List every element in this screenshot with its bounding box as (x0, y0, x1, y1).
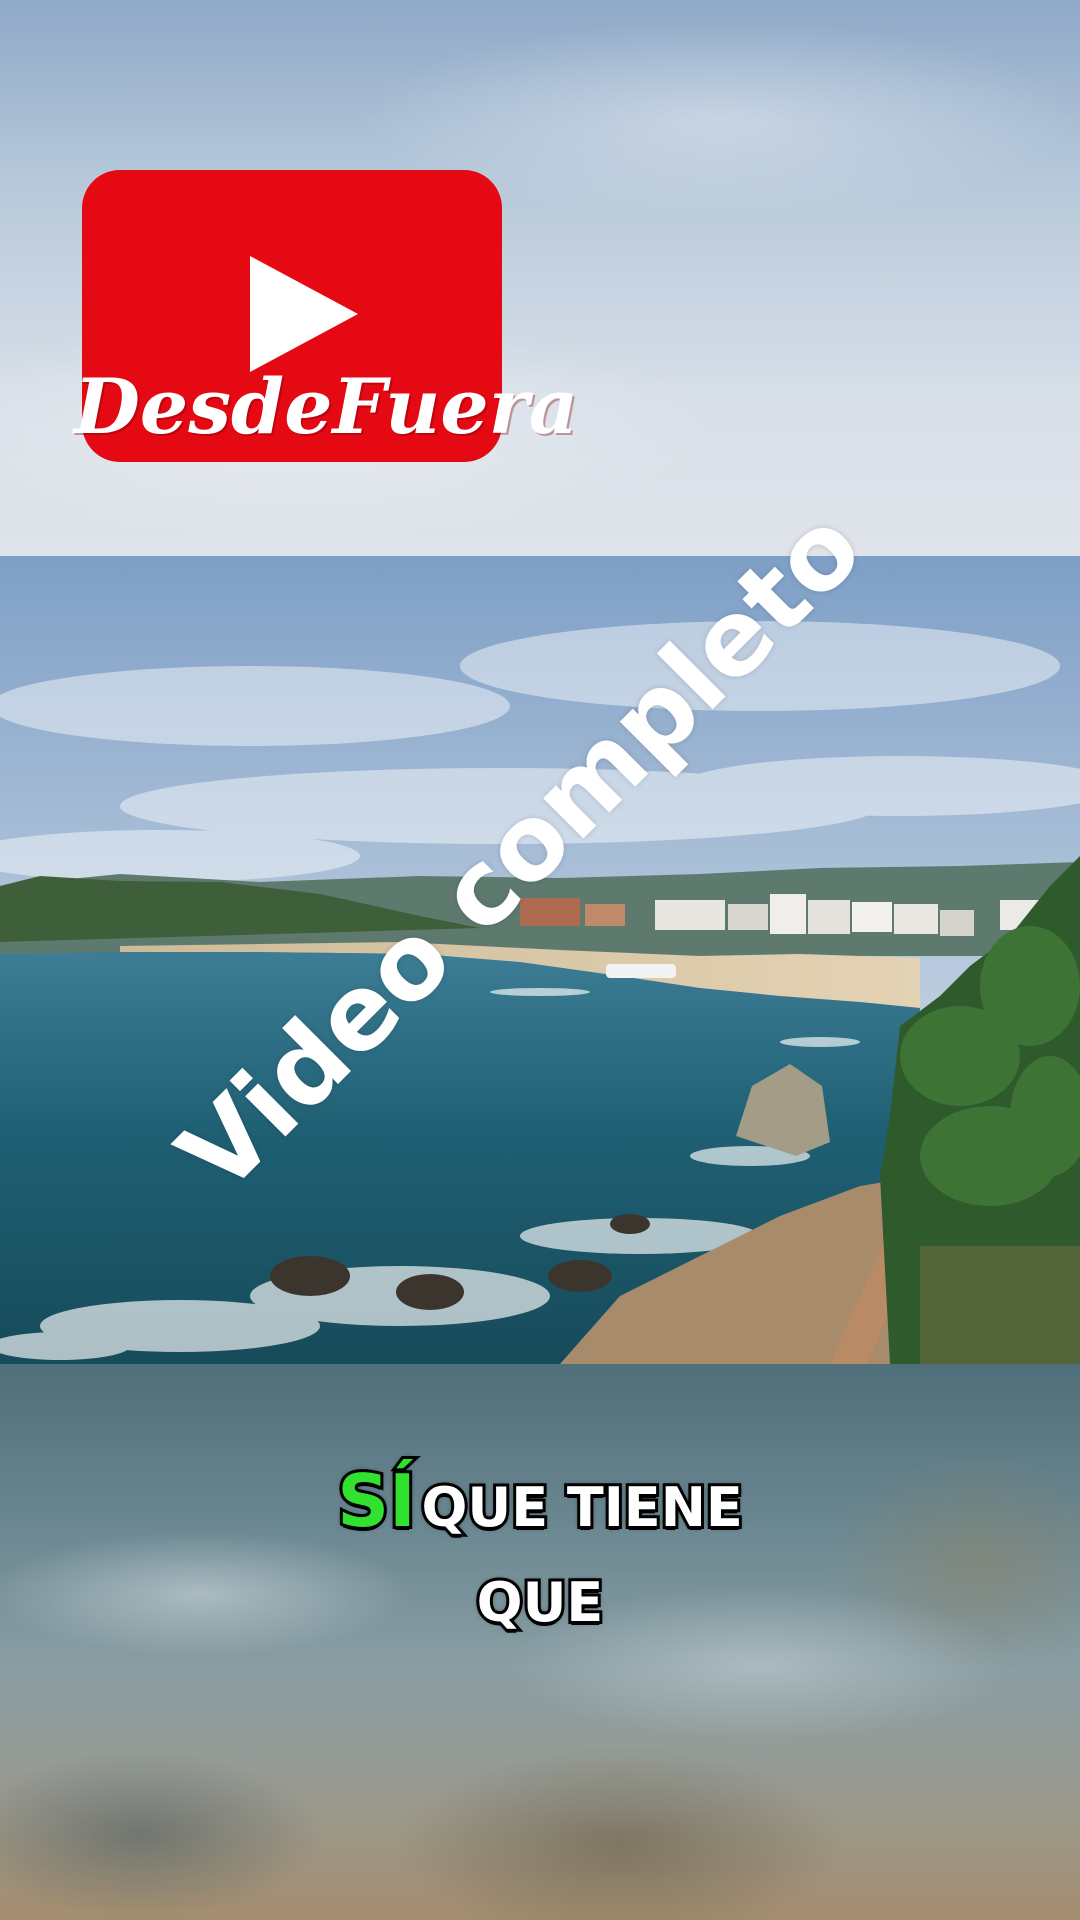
play-icon (250, 256, 358, 372)
caption-line-2: QUE (0, 1562, 1080, 1657)
caption-highlight-word: SÍ (334, 1457, 419, 1545)
coastline-photo (0, 556, 1080, 1364)
caption-words: QUE (474, 1568, 607, 1637)
video-frame: DesdeFuera Video completo SÍ QUE TIENE Q… (0, 0, 1080, 1920)
garden-slope (920, 1246, 1080, 1364)
boat (606, 964, 676, 978)
caption-words: QUE TIENE (418, 1473, 745, 1542)
caption-line-1: SÍ QUE TIENE (0, 1457, 1080, 1562)
subtitle-caption: SÍ QUE TIENE QUE (0, 1457, 1080, 1657)
coastline-scene (0, 556, 1080, 1364)
channel-name: DesdeFuera (74, 362, 579, 451)
